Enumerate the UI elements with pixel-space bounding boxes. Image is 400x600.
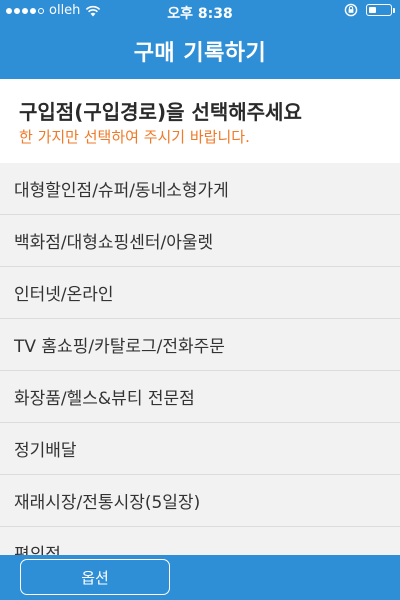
nav-bar: 구매 기록하기 <box>0 22 400 79</box>
list-item[interactable]: 백화점/대형쇼핑센터/아울렛 <box>0 215 400 267</box>
battery-fill <box>369 7 376 13</box>
bottom-toolbar: 옵션 <box>0 555 400 600</box>
list-item[interactable]: 화장품/헬스&뷰티 전문점 <box>0 371 400 423</box>
list-item[interactable]: 재래시장/전통시장(5일장) <box>0 475 400 527</box>
store-type-list[interactable]: 대형할인점/슈퍼/동네소형가게 백화점/대형쇼핑센터/아울렛 인터넷/온라인 T… <box>0 163 400 555</box>
list-item[interactable]: 대형할인점/슈퍼/동네소형가게 <box>0 163 400 215</box>
list-item[interactable]: 인터넷/온라인 <box>0 267 400 319</box>
battery-icon <box>366 4 395 16</box>
rotation-lock-icon <box>344 3 358 17</box>
status-bar: olleh 오후 8:38 <box>0 0 400 22</box>
signal-dot <box>30 7 36 14</box>
signal-dot <box>22 7 28 14</box>
list-item[interactable]: TV 홈쇼핑/카탈로그/전화주문 <box>0 319 400 371</box>
wifi-icon <box>86 5 101 16</box>
page-title: 구매 기록하기 <box>133 40 267 66</box>
signal-dot <box>14 7 20 14</box>
header-subtitle: 한 가지만 선택하여 주시기 바랍니다. <box>19 128 250 146</box>
list-item[interactable]: 편의점 <box>0 527 400 555</box>
status-left: olleh <box>6 3 101 18</box>
signal-dot <box>38 7 44 14</box>
list-item[interactable]: 정기배달 <box>0 423 400 475</box>
selection-header: 구입점(구입경로)을 선택해주세요 한 가지만 선택하여 주시기 바랍니다. <box>0 79 400 163</box>
header-title: 구입점(구입경로)을 선택해주세요 <box>19 100 302 124</box>
signal-dot <box>6 7 12 14</box>
carrier-name: olleh <box>49 3 81 18</box>
signal-dots-icon <box>6 7 44 14</box>
status-right <box>344 3 395 17</box>
options-button[interactable]: 옵션 <box>20 559 170 595</box>
